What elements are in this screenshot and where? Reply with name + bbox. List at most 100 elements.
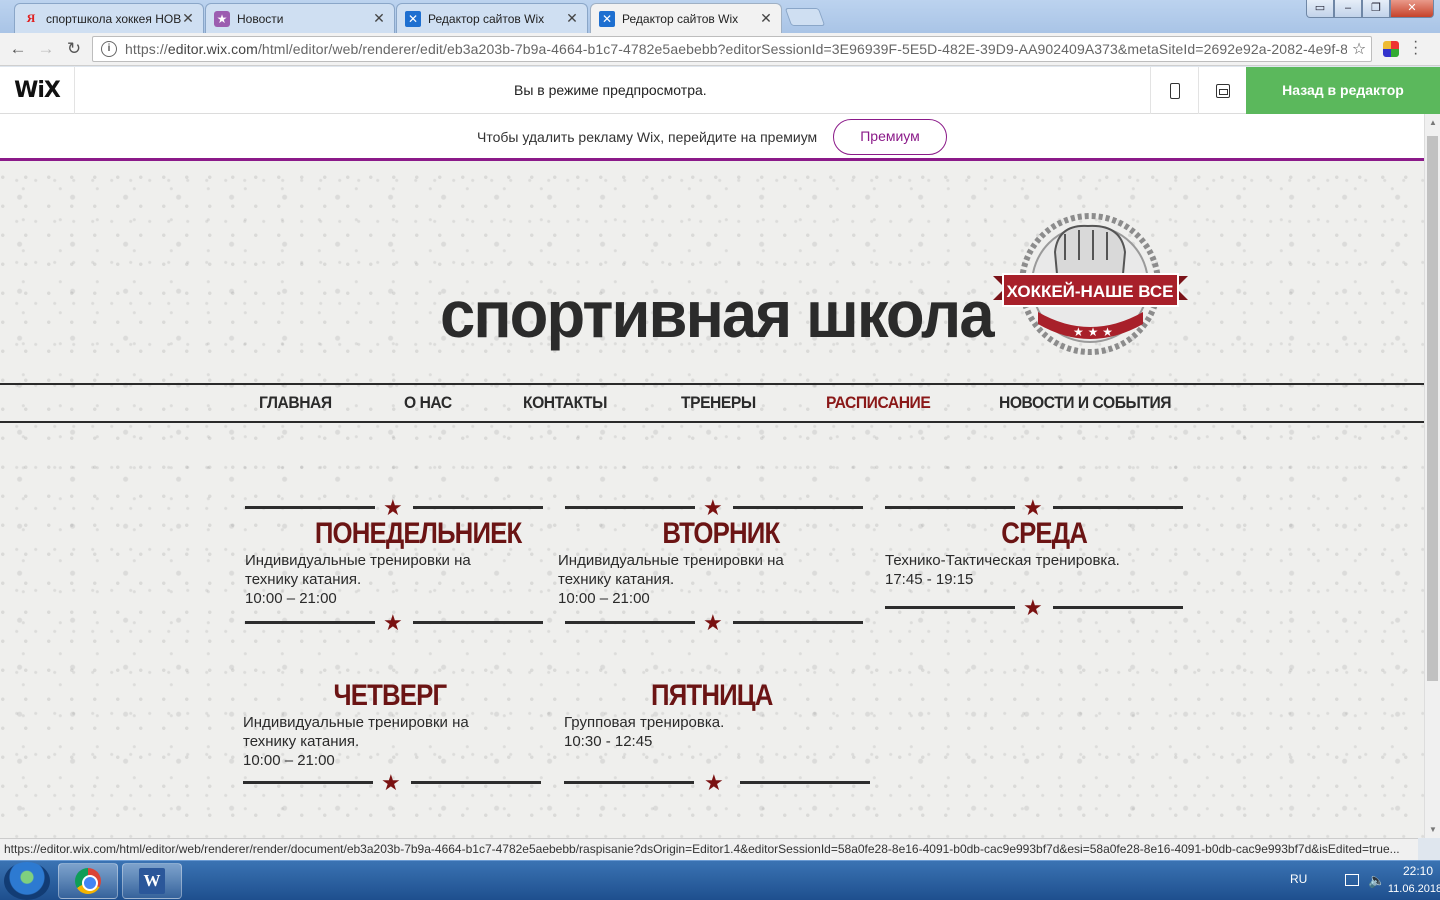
vertical-scrollbar[interactable]: ▲ ▼ xyxy=(1424,114,1440,838)
mobile-icon xyxy=(1169,82,1180,99)
news-icon: ★ xyxy=(214,10,230,27)
bookmark-star-icon[interactable]: ☆ xyxy=(1347,39,1371,59)
day-description: Индивидуальные тренировки на технику кат… xyxy=(558,551,875,608)
scroll-up-icon[interactable]: ▲ xyxy=(1429,118,1437,127)
desc-line: Индивидуальные тренировки на xyxy=(245,552,471,569)
desc-time: 10:00 – 21:00 xyxy=(558,590,650,607)
emblem-text: ХОККЕЙ-НАШЕ ВСЕ xyxy=(1006,282,1173,301)
word-icon: W xyxy=(139,868,165,894)
star-divider: ★ xyxy=(245,495,555,520)
browser-tab[interactable]: Я спортшкола хоккея НОВ ✕ xyxy=(14,3,204,33)
chrome-icon xyxy=(75,868,101,894)
wix-logo[interactable]: WiX xyxy=(0,67,75,114)
user-icon[interactable]: ▭ xyxy=(1306,0,1334,18)
back-arrow-icon[interactable]: ← xyxy=(4,39,32,59)
maximize-icon[interactable]: ❐ xyxy=(1362,0,1390,18)
premium-button[interactable]: Премиум xyxy=(833,119,947,155)
hockey-emblem-logo: ★ ★ ★ ХОККЕЙ-НАШЕ ВСЕ xyxy=(993,213,1188,355)
close-window-icon[interactable]: ✕ xyxy=(1390,0,1434,18)
taskbar-app-chrome[interactable] xyxy=(58,863,118,899)
clock-time[interactable]: 22:10 xyxy=(1398,864,1438,878)
windows-start-icon[interactable] xyxy=(4,862,50,900)
desc-line: технику катания. xyxy=(245,571,362,588)
desc-time: 17:45 - 19:15 xyxy=(885,571,974,588)
day-name: ПОНЕДЕЛЬНИЕК xyxy=(314,517,522,550)
back-to-editor-button[interactable]: Назад в редактор xyxy=(1246,67,1440,114)
nav-item-news[interactable]: НОВОСТИ И СОБЫТИЯ xyxy=(999,393,1171,413)
taskbar-app-word[interactable]: W xyxy=(122,863,182,899)
schedule-day-thursday: ЧЕТВЕРГ Индивидуальные тренировки на тех… xyxy=(243,679,553,795)
browser-tab[interactable]: ✕ Редактор сайтов Wix ✕ xyxy=(396,3,588,33)
star-divider: ★ xyxy=(885,495,1195,520)
day-name: ПЯТНИЦА xyxy=(651,679,773,712)
minimize-icon[interactable]: – xyxy=(1334,0,1362,18)
star-icon: ★ xyxy=(381,770,401,795)
desc-line: Индивидуальные тренировки на xyxy=(558,552,784,569)
volume-icon[interactable]: 🔈 xyxy=(1368,872,1385,889)
mobile-view-button[interactable] xyxy=(1150,67,1198,114)
schedule-day-tuesday: ★ ВТОРНИК Индивидуальные тренировки на т… xyxy=(558,495,875,635)
window-controls: ▭ – ❐ ✕ xyxy=(1306,0,1434,18)
new-tab-button[interactable] xyxy=(784,8,826,26)
star-icon: ★ xyxy=(1023,595,1043,620)
day-name: ЧЕТВЕРГ xyxy=(333,679,448,712)
nav-item-schedule[interactable]: РАСПИСАНИЕ xyxy=(826,393,931,413)
browser-menu-icon[interactable]: · · · xyxy=(1413,34,1418,62)
day-description: Индивидуальные тренировки на технику кат… xyxy=(243,713,553,770)
close-icon[interactable]: ✕ xyxy=(565,10,579,27)
nav-divider xyxy=(0,421,1424,423)
nav-item-coaches[interactable]: ТРЕНЕРЫ xyxy=(681,393,756,413)
nav-item-contacts[interactable]: КОНТАКТЫ xyxy=(523,393,607,413)
site-title: спортивная школа xyxy=(440,277,995,351)
desc-line: Групповая тренировка. xyxy=(564,714,725,731)
day-description: Групповая тренировка. 10:30 - 12:45 xyxy=(564,713,874,751)
language-indicator[interactable]: RU xyxy=(1290,872,1307,886)
reload-icon[interactable]: ↻ xyxy=(60,39,88,59)
close-icon[interactable]: ✕ xyxy=(372,10,386,27)
address-bar[interactable]: i https://editor.wix.com/html/editor/web… xyxy=(92,36,1372,62)
star-icon: ★ xyxy=(383,610,403,635)
browser-tab-strip: Я спортшкола хоккея НОВ ✕ ★ Новости ✕ ✕ … xyxy=(0,0,1440,33)
scroll-down-icon[interactable]: ▼ xyxy=(1429,825,1437,834)
schedule-day-wednesday: ★ СРЕДА Технико-Тактическая тренировка. … xyxy=(885,495,1195,620)
preview-message: Вы в режиме предпросмотра. xyxy=(514,82,707,98)
scrollbar-thumb[interactable] xyxy=(1427,136,1438,681)
star-icon: ★ xyxy=(703,610,723,635)
close-icon[interactable]: ✕ xyxy=(759,10,773,27)
fist-icon xyxy=(1053,224,1127,279)
url-prefix: https:// xyxy=(125,41,168,57)
system-tray: RU 🔈 22:10 11.06.2018 xyxy=(1240,861,1440,900)
wix-preview-bar: WiX Вы в режиме предпросмотра. Назад в р… xyxy=(0,67,1440,114)
url-text[interactable]: https://editor.wix.com/html/editor/web/r… xyxy=(125,41,1347,57)
star-divider: ★ xyxy=(885,595,1195,620)
tab-label: Редактор сайтов Wix xyxy=(428,11,545,26)
url-host: editor.wix.com xyxy=(167,41,258,57)
nav-item-home[interactable]: ГЛАВНАЯ xyxy=(259,393,332,413)
day-description: Технико-Тактическая тренировка. 17:45 - … xyxy=(885,551,1195,589)
network-icon[interactable] xyxy=(1345,874,1359,886)
schedule-day-monday: ★ ПОНЕДЕЛЬНИЕК Индивидуальные тренировки… xyxy=(245,495,555,635)
link-status-bar: https://editor.wix.com/html/editor/web/r… xyxy=(0,838,1418,860)
desc-line: технику катания. xyxy=(243,733,360,750)
day-name: ВТОРНИК xyxy=(662,517,780,550)
day-description: Индивидуальные тренировки на технику кат… xyxy=(245,551,555,608)
browser-tab-active[interactable]: ✕ Редактор сайтов Wix ✕ xyxy=(590,3,782,33)
day-name: СРЕДА xyxy=(1001,517,1088,550)
clock-date[interactable]: 11.06.2018 xyxy=(1385,883,1440,895)
nav-item-about[interactable]: О НАС xyxy=(404,393,452,413)
save-icon xyxy=(1215,83,1230,98)
desc-line: Индивидуальные тренировки на xyxy=(243,714,469,731)
star-divider: ★ xyxy=(565,610,875,635)
nav-divider xyxy=(0,383,1424,385)
promo-text: Чтобы удалить рекламу Wix, перейдите на … xyxy=(477,129,818,145)
info-icon[interactable]: i xyxy=(101,41,117,57)
extension-icon[interactable] xyxy=(1383,41,1399,57)
close-icon[interactable]: ✕ xyxy=(181,10,195,27)
desc-time: 10:00 – 21:00 xyxy=(243,752,335,769)
site-viewport: Чтобы удалить рекламу Wix, перейдите на … xyxy=(0,114,1424,838)
save-button[interactable] xyxy=(1198,67,1246,114)
browser-tab[interactable]: ★ Новости ✕ xyxy=(205,3,395,33)
forward-arrow-icon[interactable]: → xyxy=(32,39,60,59)
wix-icon: ✕ xyxy=(405,10,421,27)
tab-label: спортшкола хоккея НОВ xyxy=(46,11,181,26)
